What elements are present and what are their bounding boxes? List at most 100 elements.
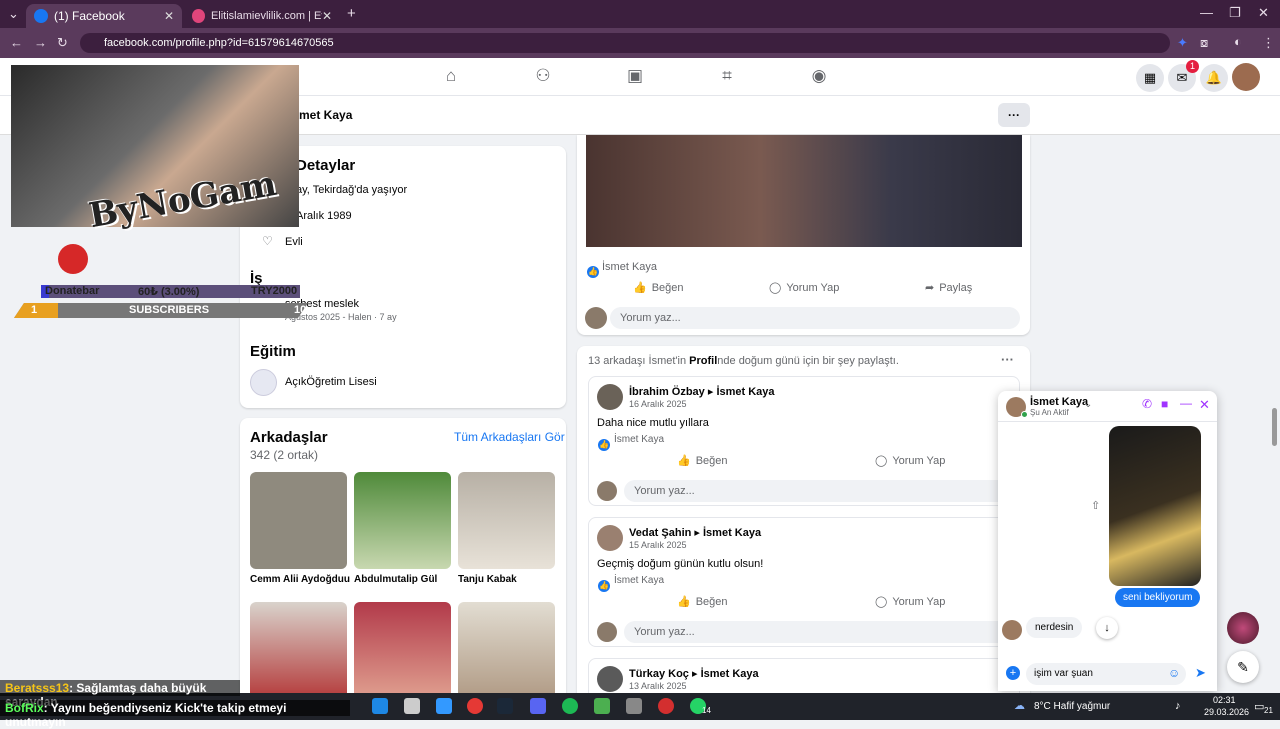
forward-icon[interactable]: → [34, 35, 47, 50]
steam-icon[interactable] [497, 698, 513, 714]
avatar[interactable] [597, 622, 617, 642]
page-scrollbar[interactable] [1272, 408, 1277, 446]
comment-input[interactable]: Yorum yaz... [624, 621, 1014, 643]
author-name[interactable]: Türkay Koç [629, 668, 689, 680]
minimize-icon[interactable]: — [1200, 5, 1213, 20]
avatar[interactable] [597, 481, 617, 501]
friend-item[interactable] [458, 602, 555, 699]
friend-photo[interactable] [354, 472, 451, 569]
friend-item[interactable]: Cemm Alii Aydoğduu [250, 472, 350, 585]
target-name[interactable]: İsmet Kaya [703, 527, 761, 539]
tab-facebook[interactable]: (1) Facebook ✕ [26, 4, 182, 28]
close-tab-icon[interactable]: ✕ [164, 9, 174, 23]
account-avatar[interactable] [1232, 63, 1260, 91]
target-name[interactable]: İsmet Kaya [716, 386, 774, 398]
friend-item[interactable]: Tanju Kabak [458, 472, 555, 585]
reaction-names[interactable]: İsmet Kaya [614, 575, 664, 586]
chevron-down-icon[interactable]: ⌄ [1084, 399, 1092, 410]
friend-item[interactable] [250, 602, 347, 699]
maximize-icon[interactable]: ❐ [1229, 5, 1241, 21]
more-options-button[interactable]: ··· [998, 103, 1030, 127]
message-input[interactable]: işim var şuan [1026, 663, 1186, 685]
send-icon[interactable]: ➤ [1195, 665, 1206, 681]
emoji-icon[interactable]: ☺ [1168, 666, 1180, 680]
menu-grid-button[interactable]: ▦ [1136, 64, 1164, 92]
post-date[interactable]: 16 Aralık 2025 [629, 399, 687, 409]
video-message[interactable] [1109, 426, 1201, 586]
back-icon[interactable]: ← [10, 35, 23, 50]
like-button[interactable]: 👍 Beğen [677, 454, 728, 468]
avatar[interactable] [585, 307, 607, 329]
school-text[interactable]: AçıkÖğretim Lisesi [285, 376, 377, 388]
like-button[interactable]: 👍 Beğen [633, 281, 684, 295]
friend-name[interactable]: Tanju Kabak [458, 574, 555, 585]
video-icon[interactable]: ▣ [624, 66, 646, 88]
comment-button[interactable]: ◯ Yorum Yap [875, 454, 945, 468]
outlook-icon[interactable] [372, 698, 388, 714]
author-name[interactable]: Vedat Şahin [629, 527, 691, 539]
puzzle-icon[interactable]: ⧇ [1200, 35, 1208, 51]
volume-icon[interactable]: ♪ [1175, 700, 1181, 712]
friends-icon[interactable]: ⚇ [532, 66, 554, 88]
marketplace-icon[interactable]: ⌗ [716, 66, 738, 88]
see-all-friends-link[interactable]: Tüm Arkadaşları Gör [454, 430, 565, 444]
vscode-icon[interactable] [436, 698, 452, 714]
notification-icon[interactable]: ▭ [1254, 700, 1264, 713]
close-chat-icon[interactable]: ✕ [1199, 397, 1210, 413]
tab-evlilik[interactable]: Elitislamievlilik.com | Evlilik Siter ✕ [184, 4, 340, 28]
video-call-icon[interactable]: ■ [1161, 397, 1168, 411]
like-button[interactable]: 👍 Beğen [677, 595, 728, 609]
friend-photo[interactable] [250, 472, 347, 569]
avatar[interactable] [597, 666, 623, 692]
post-date[interactable]: 13 Aralık 2025 [629, 681, 687, 691]
share-button[interactable]: ➦ Paylaş [925, 281, 972, 295]
extension-icon[interactable]: ✦ [1177, 35, 1188, 51]
received-message[interactable]: nerdesin [1026, 617, 1083, 638]
share-icon[interactable]: ⇧ [1091, 499, 1100, 512]
chat-head-avatar[interactable] [1227, 612, 1259, 644]
groups-icon[interactable]: ◉ [808, 66, 830, 88]
comment-button[interactable]: ◯ Yorum Yap [769, 281, 839, 295]
sent-message[interactable]: seni bekliyorum [1115, 588, 1201, 607]
post-date[interactable]: 15 Aralık 2025 [629, 540, 687, 550]
chrome-icon[interactable] [594, 698, 610, 714]
reaction-names[interactable]: İsmet Kaya [614, 434, 664, 445]
store-icon[interactable] [404, 698, 420, 714]
sender-avatar[interactable] [1002, 620, 1022, 640]
friend-photo[interactable] [250, 602, 347, 699]
friend-photo[interactable] [458, 602, 555, 699]
comment-input[interactable]: Yorum yaz... [624, 480, 1014, 502]
friend-name[interactable]: Cemm Alii Aydoğduu [250, 574, 350, 585]
url-input[interactable]: facebook.com/profile.php?id=615796146705… [80, 33, 1170, 53]
clock-time[interactable]: 02:31 [1213, 695, 1236, 705]
reload-icon[interactable]: ↻ [57, 35, 68, 51]
friend-name[interactable]: Abdulmutalip Gül [354, 574, 451, 585]
obs-icon[interactable] [658, 698, 674, 714]
chat-name[interactable]: İsmet Kaya [1030, 396, 1088, 408]
weather-text[interactable]: 8°C Hafif yağmur [1034, 701, 1110, 712]
new-tab-button[interactable]: + [347, 5, 356, 22]
app-icon[interactable] [626, 698, 642, 714]
friend-item[interactable] [354, 602, 451, 699]
clock-date[interactable]: 29.03.2026 [1204, 707, 1249, 717]
profile-link[interactable]: Profil [689, 355, 717, 367]
post-video[interactable] [586, 135, 1022, 247]
spotify-icon[interactable] [562, 698, 578, 714]
avatar[interactable] [597, 384, 623, 410]
comment-button[interactable]: ◯ Yorum Yap [875, 595, 945, 609]
minimize-chat-icon[interactable]: — [1180, 396, 1192, 410]
author-name[interactable]: İbrahim Özbay [629, 386, 705, 398]
friend-photo[interactable] [354, 602, 451, 699]
phone-icon[interactable]: ✆ [1142, 397, 1152, 411]
tab-search-icon[interactable]: ⌄ [8, 6, 19, 22]
close-tab-icon[interactable]: ✕ [322, 9, 332, 23]
friend-photo[interactable] [458, 472, 555, 569]
opera-icon[interactable] [467, 698, 483, 714]
plus-icon[interactable]: + [1006, 666, 1020, 680]
profile-icon[interactable]: ◐ [1234, 34, 1242, 49]
reaction-names[interactable]: İsmet Kaya [602, 261, 657, 273]
discord-icon[interactable] [530, 698, 546, 714]
close-window-icon[interactable]: ✕ [1258, 5, 1269, 21]
avatar[interactable] [597, 525, 623, 551]
scroll-down-button[interactable]: ↓ [1096, 617, 1118, 639]
